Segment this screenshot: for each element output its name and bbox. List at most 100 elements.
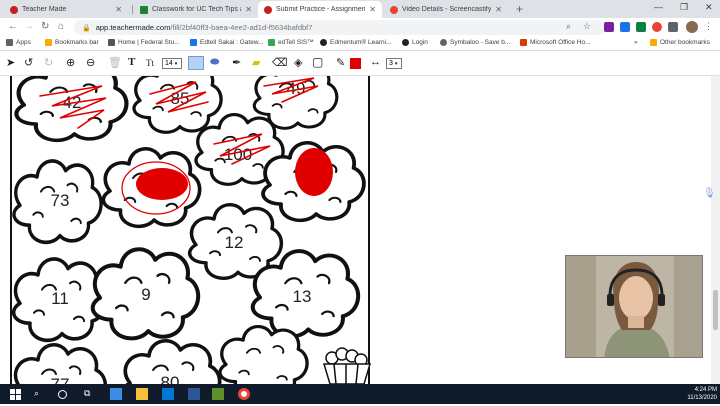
- url-path: /fill/2bf40ff3-baea-4ee2-ad1d-f5634bafdb…: [170, 23, 313, 32]
- rectangle-tool-icon[interactable]: [188, 56, 204, 70]
- zoom-in-icon[interactable]: ⊕: [66, 56, 75, 69]
- minimize-button[interactable]: —: [654, 2, 663, 12]
- tab-classwork[interactable]: Classwork for UC Tech Tips and ✕: [134, 1, 258, 18]
- kernel-number: 9: [141, 285, 150, 304]
- bookmarks-overflow-button[interactable]: »: [634, 39, 638, 46]
- mail-icon[interactable]: [162, 388, 174, 400]
- bookmark-label: Microsoft Office Ho...: [530, 39, 591, 46]
- microphone-icon[interactable]: 🎙: [703, 188, 716, 199]
- tab-teacher-made[interactable]: Teacher Made ✕: [4, 1, 128, 18]
- annotation-toolbar: ➤ ↺ ↻ ⊕ ⊖ 🗑 T Tt 14 ▾ ⬬ ✒ ▰ ⌫ ◈ ▢ ✎ ↔ 3 …: [0, 51, 720, 76]
- tab-divider: [132, 5, 133, 14]
- bookmark-other-bookmarks[interactable]: Other bookmarks: [650, 39, 710, 46]
- undo-icon[interactable]: ↺: [24, 56, 33, 69]
- kernel-number: 77: [51, 375, 70, 384]
- highlighter-icon[interactable]: ▰: [252, 56, 260, 69]
- task-view-icon[interactable]: ⧉: [84, 388, 96, 400]
- search-icon[interactable]: ⌕: [34, 388, 46, 400]
- extension-icon[interactable]: [620, 22, 630, 32]
- eraser-icon[interactable]: ⌫: [272, 56, 288, 69]
- tab-video-details[interactable]: Video Details - Screencastify ✕: [384, 1, 508, 18]
- menu-dots-icon[interactable]: ⋮: [704, 21, 713, 32]
- bookmark-login[interactable]: Login: [402, 39, 428, 46]
- select-pointer-icon[interactable]: ➤: [6, 56, 15, 69]
- clock-time: 4:24 PM: [694, 387, 717, 393]
- line-width-select[interactable]: 3 ▾: [386, 58, 402, 69]
- font-tool-icon[interactable]: Tt: [146, 58, 154, 68]
- word-icon[interactable]: [188, 388, 200, 400]
- edtell-icon: [190, 39, 197, 46]
- tab-submit-practice[interactable]: Submit Practice - Assignment ✕: [258, 1, 382, 18]
- vertical-scrollbar[interactable]: [711, 76, 720, 384]
- tab-label: Submit Practice - Assignment: [276, 6, 366, 13]
- bookmark-apps[interactable]: Apps: [6, 39, 31, 46]
- bookmark-bookmarks-bar[interactable]: Bookmarks bar: [45, 39, 99, 46]
- stroke-pen-icon[interactable]: ✎: [336, 56, 345, 69]
- bookmark-symbaloo[interactable]: Symbaloo - Save b...: [440, 39, 510, 46]
- back-arrow-icon[interactable]: ←: [8, 21, 18, 32]
- kernel-number: 80: [161, 373, 180, 384]
- ellipse-tool-icon[interactable]: ⬬: [210, 56, 219, 69]
- extension-icon[interactable]: [636, 22, 646, 32]
- pen-tool-icon[interactable]: ✒: [232, 56, 241, 69]
- bookmark-federal-student[interactable]: Home | Federal Stu...: [108, 39, 180, 46]
- scrollbar-thumb[interactable]: [713, 290, 718, 330]
- reload-icon[interactable]: ↻: [41, 21, 49, 32]
- more-icon: »: [634, 39, 638, 46]
- search-icon[interactable]: ⌕: [566, 21, 571, 32]
- chrome-icon[interactable]: [238, 388, 250, 400]
- trash-icon[interactable]: 🗑: [108, 56, 122, 69]
- clock-date: 11/13/2020: [687, 395, 717, 401]
- bookmark-label: Edmentum® Learni...: [330, 39, 392, 46]
- home-icon[interactable]: ⌂: [58, 21, 64, 32]
- windows-start-icon[interactable]: [10, 388, 22, 400]
- text-tool-icon[interactable]: T: [128, 56, 135, 68]
- app-icon[interactable]: [212, 388, 224, 400]
- url-domain: app.teachermade.com: [95, 23, 171, 32]
- fill-bucket-icon[interactable]: ◈: [294, 56, 302, 69]
- line-width-value: 3: [389, 60, 393, 67]
- stroke-color-swatch[interactable]: [350, 58, 361, 69]
- address-bar-row: ← → ↻ ⌂ 🔒 app.teachermade.com /fill/2bf4…: [0, 18, 720, 37]
- bookmark-microsoft-office[interactable]: Microsoft Office Ho...: [520, 39, 591, 46]
- system-clock[interactable]: 4:24 PM 11/13/2020: [675, 386, 717, 402]
- star-icon[interactable]: ☆: [583, 21, 591, 32]
- office-icon: [520, 39, 527, 46]
- close-icon[interactable]: ✕: [115, 5, 122, 14]
- fill-color-swatch-icon[interactable]: ▢: [312, 55, 323, 69]
- login-icon: [402, 39, 409, 46]
- close-icon[interactable]: ✕: [245, 5, 252, 14]
- file-explorer-icon[interactable]: [136, 388, 148, 400]
- kernel-number: 11: [51, 289, 69, 308]
- bookmark-label: Bookmarks bar: [55, 39, 99, 46]
- puzzle-icon[interactable]: [668, 22, 678, 32]
- url-field[interactable]: 🔒 app.teachermade.com /fill/2bf40ff3-bae…: [74, 20, 606, 35]
- new-tab-button[interactable]: +: [516, 2, 523, 16]
- bookmark-label: Home | Federal Stu...: [118, 39, 180, 46]
- extension-icon[interactable]: [604, 22, 614, 32]
- popcorn-kernel: [218, 324, 309, 384]
- classroom-favicon-icon: [140, 5, 148, 14]
- edge-icon[interactable]: [110, 388, 122, 400]
- avatar[interactable]: [686, 21, 698, 33]
- close-icon[interactable]: ✕: [369, 5, 376, 14]
- bookmark-edtell-sakai[interactable]: Edtell Sakai : Gatew...: [190, 39, 264, 46]
- zoom-out-icon[interactable]: ⊖: [86, 56, 95, 69]
- page-icon: [108, 39, 115, 46]
- apps-grid-icon: [6, 39, 13, 46]
- screencastify-extension-icon[interactable]: [652, 22, 662, 32]
- cortana-icon[interactable]: [58, 390, 67, 399]
- lock-icon: 🔒: [82, 24, 91, 32]
- line-width-icon[interactable]: ↔: [370, 56, 381, 68]
- bookmark-edmentum[interactable]: Edmentum® Learni...: [320, 39, 392, 46]
- close-icon[interactable]: ✕: [495, 5, 502, 14]
- font-size-select[interactable]: 14 ▾: [162, 58, 182, 69]
- forward-arrow-icon[interactable]: →: [24, 21, 34, 32]
- redo-icon[interactable]: ↻: [44, 56, 53, 69]
- bookmark-edtell-sis[interactable]: edTell SIS™: [268, 39, 314, 46]
- maximize-button[interactable]: ❐: [680, 2, 688, 13]
- font-size-value: 14: [165, 60, 173, 67]
- chevron-down-icon: ▾: [174, 60, 178, 67]
- tab-label: Classwork for UC Tech Tips and: [152, 6, 241, 13]
- close-window-button[interactable]: ✕: [705, 2, 713, 13]
